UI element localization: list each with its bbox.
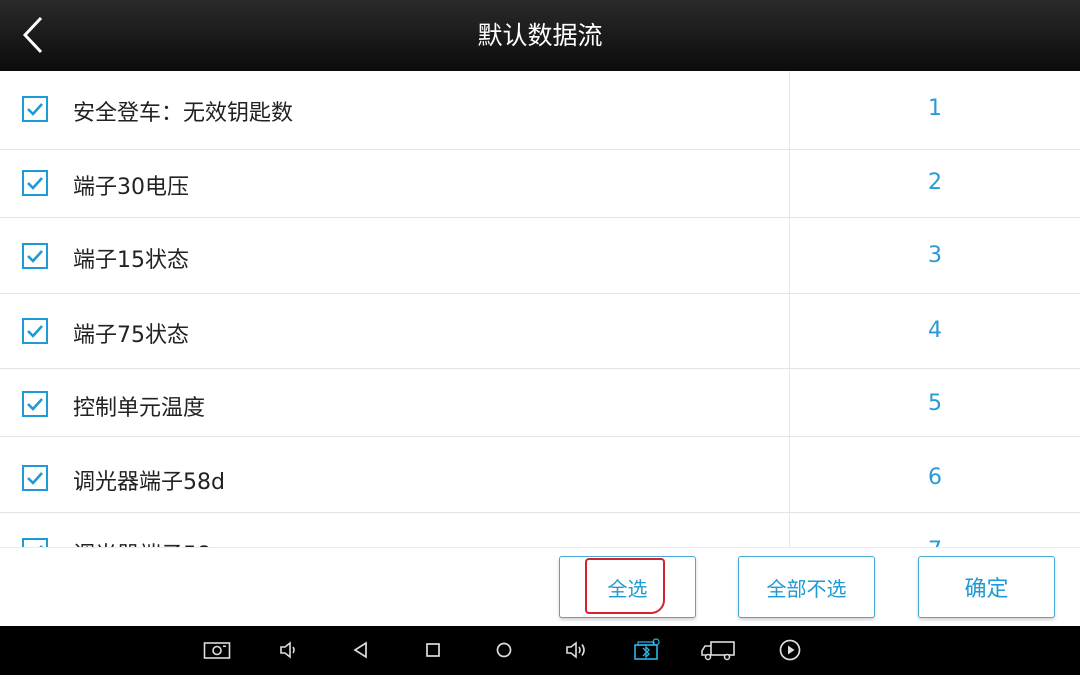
screenshot-icon — [203, 642, 231, 659]
chevron-left-icon — [22, 16, 43, 54]
screenshot-button[interactable] — [199, 634, 235, 666]
home-icon — [496, 642, 512, 658]
truck-mode-button[interactable] — [700, 634, 736, 666]
check-icon — [27, 177, 43, 190]
page-title: 默认数据流 — [477, 21, 603, 50]
title-bar: 默认数据流 — [0, 0, 1080, 71]
item-checkbox[interactable] — [22, 243, 48, 269]
item-checkbox[interactable] — [22, 465, 48, 491]
data-stream-list[interactable]: 安全登车：无效钥匙数 1 端子30电压 2 端子15状态 3 端子75状态 4 … — [0, 71, 1080, 547]
nav-back-button[interactable] — [343, 634, 379, 666]
deselect-all-button[interactable]: 全部不选 — [738, 556, 875, 618]
item-label: 端子15状态 — [73, 248, 189, 273]
list-item[interactable]: 安全登车：无效钥匙数 1 — [0, 71, 1080, 150]
action-bar: 全选 全部不选 确定 — [0, 547, 1080, 626]
item-label: 控制单元温度 — [73, 396, 206, 421]
check-icon — [27, 103, 43, 116]
list-item[interactable]: 控制单元温度 5 — [0, 369, 1080, 437]
item-label: 调光器端子58 — [73, 537, 211, 547]
volume-up-button[interactable] — [558, 634, 594, 666]
select-all-button[interactable]: 全选 — [559, 556, 696, 618]
item-index: 7 — [790, 538, 1080, 547]
vci-bluetooth-icon — [634, 638, 660, 660]
check-icon — [27, 250, 43, 263]
volume-down-icon — [280, 641, 295, 659]
volume-up-icon — [566, 641, 585, 659]
truck-icon — [701, 641, 735, 661]
item-index: 6 — [928, 465, 942, 490]
item-index: 2 — [928, 170, 942, 195]
item-checkbox[interactable] — [22, 96, 48, 122]
item-checkbox[interactable] — [22, 170, 48, 196]
check-icon — [27, 472, 43, 485]
list-item[interactable]: 端子30电压 2 — [0, 150, 1080, 218]
check-icon — [27, 325, 43, 338]
list-item[interactable]: 端子75状态 4 — [0, 294, 1080, 369]
list-item[interactable]: 调光器端子58 7 — [0, 513, 1080, 547]
check-icon — [27, 398, 43, 411]
item-index: 5 — [928, 391, 942, 416]
recent-apps-button[interactable] — [415, 634, 451, 666]
list-item[interactable]: 端子15状态 3 — [0, 218, 1080, 294]
back-icon — [353, 641, 367, 659]
item-checkbox[interactable] — [22, 391, 48, 417]
play-icon — [779, 639, 801, 661]
item-index: 3 — [928, 243, 942, 268]
system-nav-bar — [0, 626, 1080, 675]
list-item[interactable]: 调光器端子58d 6 — [0, 437, 1080, 513]
back-button[interactable] — [10, 10, 56, 60]
item-index: 4 — [928, 318, 942, 343]
confirm-button[interactable]: 确定 — [918, 556, 1055, 618]
item-label: 调光器端子58d — [73, 470, 225, 495]
vci-connection-button[interactable] — [628, 634, 664, 666]
recent-apps-icon — [426, 643, 440, 657]
item-label: 端子30电压 — [73, 175, 189, 200]
item-checkbox[interactable] — [22, 318, 48, 344]
volume-down-button[interactable] — [271, 634, 307, 666]
item-label: 安全登车：无效钥匙数 — [73, 101, 294, 126]
home-button[interactable] — [486, 634, 522, 666]
play-button[interactable] — [772, 634, 808, 666]
item-label: 端子75状态 — [73, 323, 189, 348]
item-checkbox[interactable] — [22, 538, 48, 547]
item-index: 1 — [928, 96, 942, 121]
